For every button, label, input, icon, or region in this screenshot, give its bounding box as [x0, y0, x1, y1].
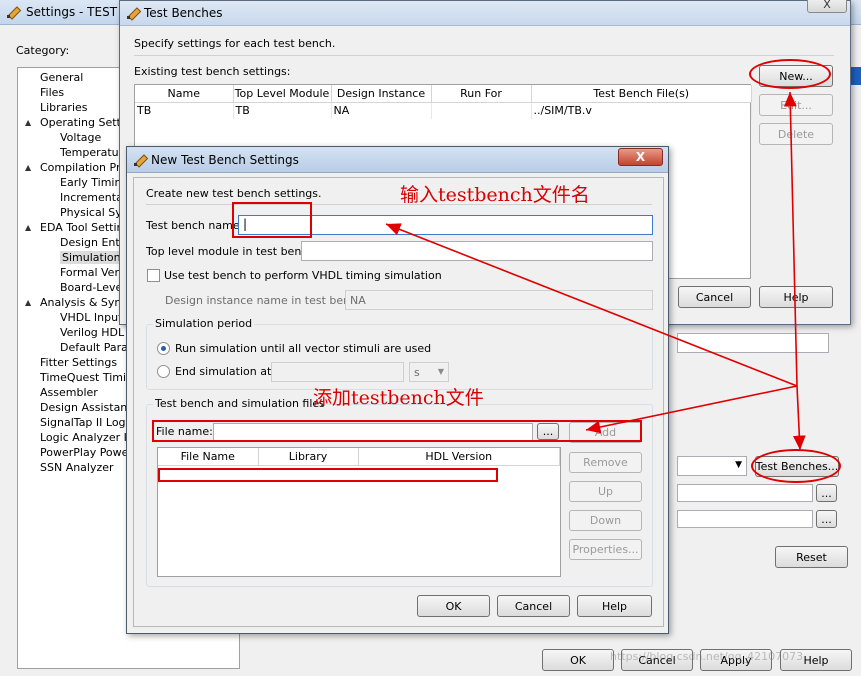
- arrow-to-add: [585, 385, 798, 434]
- arrow-to-name-input: [385, 223, 798, 387]
- annotation-arrows: [385, 91, 806, 451]
- arrow-to-new: [783, 91, 798, 387]
- arrow-to-test-benches: [792, 385, 806, 451]
